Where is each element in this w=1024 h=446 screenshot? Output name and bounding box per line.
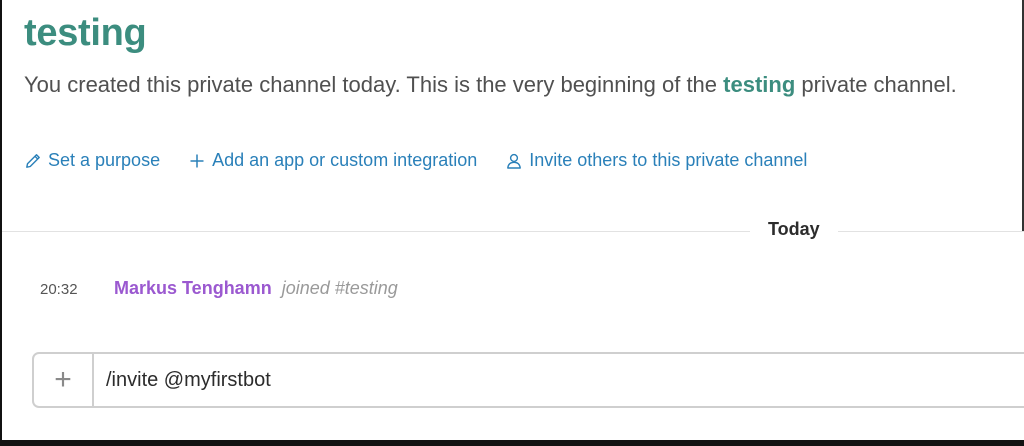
channel-title: testing: [24, 12, 147, 54]
add-integration-label: Add an app or custom integration: [212, 150, 478, 170]
message-row: 20:32 Markus Tenghamn joined #testing: [40, 278, 398, 299]
invite-others-link[interactable]: Invite others to this private channel: [505, 150, 807, 171]
intro-text-suffix: private channel.: [795, 72, 957, 97]
set-purpose-label: Set a purpose: [48, 150, 161, 170]
pencil-icon: [24, 152, 42, 170]
add-integration-link[interactable]: Add an app or custom integration: [188, 150, 477, 171]
bottom-edge: [0, 440, 1024, 446]
message-timestamp[interactable]: 20:32: [40, 281, 114, 298]
composer-plus-button[interactable]: +: [34, 354, 94, 406]
message-input[interactable]: [94, 354, 1024, 406]
channel-view: testing You created this private channel…: [0, 0, 1024, 440]
channel-link[interactable]: testing: [723, 72, 795, 97]
person-icon: [505, 152, 523, 170]
channel-intro: You created this private channel today. …: [24, 68, 994, 101]
set-purpose-link[interactable]: Set a purpose: [24, 150, 160, 171]
message-composer: +: [32, 352, 1024, 408]
plus-icon: [188, 152, 206, 170]
day-divider-line: [2, 231, 1024, 232]
day-divider-label: Today: [750, 219, 838, 240]
invite-others-label: Invite others to this private channel: [529, 150, 808, 170]
message-text: joined #testing: [281, 278, 398, 298]
message-username[interactable]: Markus Tenghamn: [114, 278, 272, 299]
channel-actions: Set a purpose Add an app or custom integ…: [24, 150, 835, 171]
intro-text: You created this private channel today. …: [24, 72, 724, 97]
